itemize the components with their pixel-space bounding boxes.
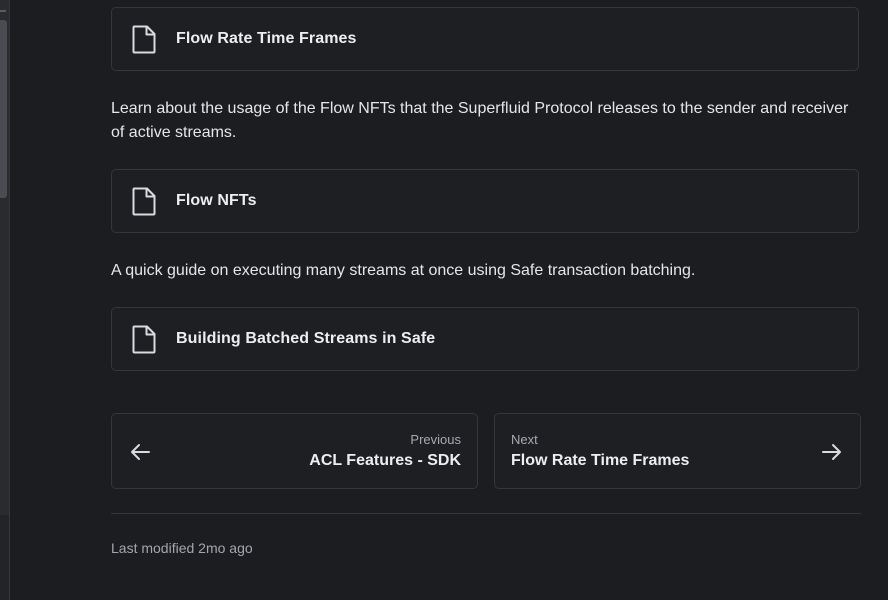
link-card-flow-nfts[interactable]: Flow NFTs [111, 169, 859, 233]
link-card-building-batched-streams[interactable]: Building Batched Streams in Safe [111, 307, 859, 371]
arrow-right-icon [821, 442, 843, 462]
link-card-flow-rate-time-frames[interactable]: Flow Rate Time Frames [111, 7, 859, 71]
last-modified-text: Last modified 2mo ago [111, 540, 253, 556]
previous-page-title: ACL Features - SDK [309, 452, 461, 469]
file-icon [130, 185, 158, 217]
file-icon [130, 23, 158, 55]
docs-page: Flow Rate Time Frames Learn about the us… [0, 0, 888, 600]
section-description: Learn about the usage of the Flow NFTs t… [111, 100, 849, 141]
next-page-link[interactable]: Next Flow Rate Time Frames [494, 413, 861, 489]
next-kicker: Next [511, 432, 538, 447]
card-title: Flow Rate Time Frames [176, 30, 357, 47]
next-page-title: Flow Rate Time Frames [511, 452, 690, 469]
card-title: Building Batched Streams in Safe [176, 330, 436, 347]
section-description: A quick guide on executing many streams … [111, 262, 696, 279]
left-scrollbar-track[interactable] [0, 0, 10, 600]
file-icon [130, 323, 158, 355]
scrollbar-thumb[interactable] [0, 20, 7, 198]
previous-page-link[interactable]: Previous ACL Features - SDK [111, 413, 478, 489]
scrollbar-arrow[interactable] [0, 10, 6, 12]
arrow-left-icon [129, 442, 151, 462]
previous-kicker: Previous [410, 432, 461, 447]
scrollbar-lower-track [0, 515, 9, 600]
card-title: Flow NFTs [176, 192, 257, 209]
footer-divider [111, 513, 861, 514]
